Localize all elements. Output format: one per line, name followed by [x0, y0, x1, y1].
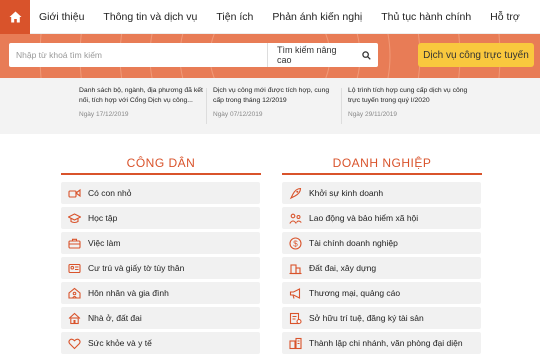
section-title-doanh-nghiep: DOANH NGHIỆP [332, 156, 432, 170]
category-dat-dai-xay-dung[interactable]: Đất đai, xây dựng [282, 257, 481, 279]
category-thanh-lap-chi-nhanh[interactable]: Thành lập chi nhánh, văn phòng đại diện [282, 332, 481, 354]
svg-text:$: $ [293, 239, 298, 248]
nav-thong-tin-dich-vu[interactable]: Thông tin và dịch vụ [94, 11, 207, 23]
nav-tien-ich[interactable]: Tiện ích [207, 11, 263, 23]
category-viec-lam[interactable]: Việc làm [61, 232, 260, 254]
graduation-cap-icon [68, 212, 81, 225]
news-divider [206, 88, 207, 124]
section-divider [282, 173, 482, 175]
category-so-huu-tri-tue[interactable]: Sở hữu trí tuệ, đăng ký tài sản [282, 307, 481, 329]
category-label: Nhà ở, đất đai [88, 313, 142, 323]
certificate-icon [289, 312, 302, 325]
family-icon [68, 287, 81, 300]
branch-icon [289, 337, 302, 350]
category-co-con-nho[interactable]: Có con nhỏ [61, 182, 260, 204]
search-button[interactable] [354, 43, 378, 67]
nav-thu-tuc-hanh-chinh[interactable]: Thủ tục hành chính [372, 11, 481, 23]
category-label: Sức khỏe và y tế [88, 338, 152, 348]
top-navigation: Giới thiệu Thông tin và dịch vụ Tiện ích… [0, 0, 540, 34]
megaphone-icon [289, 287, 302, 300]
search-icon [361, 50, 371, 60]
category-label: Thành lập chi nhánh, văn phòng đại diện [309, 338, 463, 348]
news-title[interactable]: Lộ trình tích hợp cung cấp dịch vụ công … [348, 86, 473, 106]
advanced-search-link[interactable]: Tìm kiếm nâng cao [267, 43, 354, 67]
news-date: Ngày 07/12/2019 [213, 111, 263, 118]
category-thuong-mai-quang-cao[interactable]: Thương mại, quảng cáo [282, 282, 481, 304]
search-input[interactable] [9, 43, 267, 67]
category-label: Khởi sự kinh doanh [309, 188, 384, 198]
search-box: Tìm kiếm nâng cao [9, 43, 378, 67]
news-title[interactable]: Danh sách bộ, ngành, địa phương đã kết n… [79, 86, 204, 106]
category-label: Tài chính doanh nghiệp [309, 238, 398, 248]
baby-icon [68, 187, 81, 200]
section-divider [61, 173, 261, 175]
workers-icon [289, 212, 302, 225]
news-item[interactable]: Dịch vụ công mới được tích hợp, cung cấp… [213, 86, 338, 118]
category-label: Cư trú và giấy tờ tùy thân [88, 263, 185, 273]
rocket-icon [289, 187, 302, 200]
category-label: Lao động và bảo hiểm xã hội [309, 213, 419, 223]
house-icon [68, 312, 81, 325]
category-label: Hôn nhân và gia đình [88, 288, 169, 298]
category-label: Có con nhỏ [88, 188, 132, 198]
health-icon [68, 337, 81, 350]
news-divider [341, 88, 342, 124]
id-card-icon [68, 262, 81, 275]
section-title-cong-dan: CÔNG DÂN [126, 156, 196, 170]
category-cu-tru-giay-to[interactable]: Cư trú và giấy tờ tùy thân [61, 257, 260, 279]
dollar-icon: $ [289, 236, 302, 250]
nav-gioi-thieu[interactable]: Giới thiệu [30, 11, 94, 23]
category-nha-o-dat-dai[interactable]: Nhà ở, đất đai [61, 307, 260, 329]
category-label: Học tập [88, 213, 118, 223]
home-button[interactable] [0, 0, 30, 34]
news-date: Ngày 17/12/2019 [79, 111, 129, 118]
category-tai-chinh-doanh-nghiep[interactable]: $ Tài chính doanh nghiệp [282, 232, 481, 254]
category-label: Đất đai, xây dựng [309, 263, 377, 273]
building-icon [289, 262, 302, 275]
news-strip: Danh sách bộ, ngành, địa phương đã kết n… [0, 78, 540, 134]
nav-phan-anh-kien-nghi[interactable]: Phản ánh kiến nghị [263, 11, 372, 23]
online-public-service-button[interactable]: Dịch vụ công trực tuyến [418, 43, 534, 67]
search-banner: Tìm kiếm nâng cao Dịch vụ công trực tuyế… [0, 34, 540, 78]
category-hon-nhan-gia-dinh[interactable]: Hôn nhân và gia đình [61, 282, 260, 304]
category-suc-khoe-y-te[interactable]: Sức khỏe và y tế [61, 332, 260, 354]
category-label: Việc làm [88, 238, 121, 248]
category-label: Sở hữu trí tuệ, đăng ký tài sản [309, 313, 424, 323]
category-khoi-su-kinh-doanh[interactable]: Khởi sự kinh doanh [282, 182, 481, 204]
category-hoc-tap[interactable]: Học tập [61, 207, 260, 229]
news-item[interactable]: Danh sách bộ, ngành, địa phương đã kết n… [79, 86, 204, 118]
news-title[interactable]: Dịch vụ công mới được tích hợp, cung cấp… [213, 86, 338, 106]
category-label: Thương mại, quảng cáo [309, 288, 401, 298]
news-item[interactable]: Lộ trình tích hợp cung cấp dịch vụ công … [348, 86, 473, 118]
home-icon [9, 11, 21, 22]
briefcase-icon [68, 237, 81, 250]
category-lao-dong-bhxh[interactable]: Lao động và bảo hiểm xã hội [282, 207, 481, 229]
news-date: Ngày 29/11/2019 [348, 111, 398, 118]
nav-ho-tro[interactable]: Hỗ trợ [481, 11, 530, 23]
